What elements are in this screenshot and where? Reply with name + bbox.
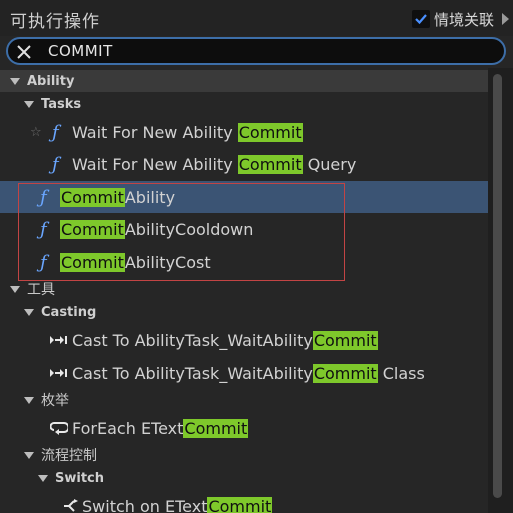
action-commit-ability-cooldown[interactable]: ƒ CommitAbilityCooldown: [0, 213, 488, 245]
action-commit-ability-cost[interactable]: ƒ CommitAbilityCost: [0, 246, 488, 278]
action-label: Wait For New Ability Commit: [72, 122, 303, 142]
action-wait-for-new-ability-commit-query[interactable]: ƒ Wait For New Ability Commit Query: [0, 148, 488, 180]
category-label: 工具: [27, 282, 55, 298]
category-casting[interactable]: Casting: [0, 301, 488, 323]
match-highlight: Commit: [312, 330, 378, 350]
category-label: 枚举: [41, 393, 69, 409]
match-highlight: Commit: [237, 122, 303, 142]
context-sensitive-toggle[interactable]: 情境关联: [411, 8, 509, 30]
category-label: Switch: [55, 470, 105, 486]
action-label: CommitAbility: [60, 187, 176, 207]
function-icon: ƒ: [40, 186, 47, 208]
expand-arrow-icon[interactable]: [10, 77, 20, 85]
category-label: Ability: [27, 73, 75, 89]
category-tasks[interactable]: Tasks: [0, 93, 488, 115]
match-highlight: Commit: [60, 219, 125, 239]
clear-search-icon[interactable]: [16, 44, 32, 60]
category-label: Casting: [41, 304, 97, 320]
expand-arrow-icon[interactable]: [24, 451, 34, 459]
category-flow-control[interactable]: 流程控制: [0, 444, 488, 466]
expand-arrow-icon[interactable]: [10, 285, 20, 293]
action-commit-ability[interactable]: ƒ CommitAbility: [0, 181, 488, 213]
function-icon: ƒ: [52, 153, 59, 175]
function-icon: ƒ: [40, 251, 47, 273]
action-switch-on-etext-commit[interactable]: Switch on ETextCommit: [0, 490, 488, 513]
match-highlight: Commit: [207, 496, 273, 513]
category-ability[interactable]: Ability: [0, 70, 488, 92]
category-tools[interactable]: 工具: [0, 278, 488, 300]
context-checkbox[interactable]: [411, 10, 430, 28]
search-input[interactable]: [48, 41, 488, 61]
cast-node-icon: [50, 369, 67, 377]
match-highlight: Commit: [183, 418, 249, 438]
checkmark-icon: [415, 14, 427, 25]
cast-node-icon: [50, 336, 67, 344]
action-label: Cast To AbilityTask_WaitAbilityCommit Cl…: [72, 363, 425, 383]
action-label: CommitAbilityCost: [60, 252, 211, 272]
action-label: Cast To AbilityTask_WaitAbilityCommit: [72, 330, 378, 350]
favorite-star-icon[interactable]: ☆: [30, 125, 44, 140]
context-label: 情境关联: [433, 10, 494, 29]
caret-right-icon[interactable]: [502, 13, 509, 25]
action-cast-to-wait-ability-commit[interactable]: Cast To AbilityTask_WaitAbilityCommit: [0, 324, 488, 356]
category-enum[interactable]: 枚举: [0, 389, 488, 411]
match-highlight: Commit: [60, 252, 125, 272]
vertical-scrollbar[interactable]: [488, 68, 513, 513]
panel-header: 可执行操作 情境关联: [0, 0, 513, 36]
action-panel: 可执行操作 情境关联 Ability Tasks ☆ ƒ: [0, 0, 513, 513]
category-label: 流程控制: [41, 448, 97, 464]
action-label: ForEach ETextCommit: [72, 418, 249, 438]
match-highlight: Commit: [237, 154, 303, 174]
action-cast-to-wait-ability-commit-class[interactable]: Cast To AbilityTask_WaitAbilityCommit Cl…: [0, 357, 488, 389]
expand-arrow-icon[interactable]: [24, 100, 34, 108]
action-wait-for-new-ability-commit[interactable]: ☆ ƒ Wait For New Ability Commit: [0, 116, 488, 148]
loop-icon: [50, 422, 68, 435]
switch-node-icon: [64, 499, 78, 512]
match-highlight: Commit: [312, 363, 378, 383]
scrollbar-thumb[interactable]: [493, 74, 502, 498]
action-tree: Ability Tasks ☆ ƒ Wait For New Ability C…: [0, 70, 488, 513]
match-highlight: Commit: [60, 187, 125, 207]
expand-arrow-icon[interactable]: [24, 396, 34, 404]
category-label: Tasks: [41, 96, 82, 112]
panel-title: 可执行操作: [10, 12, 100, 32]
expand-arrow-icon[interactable]: [24, 308, 34, 316]
expand-arrow-icon[interactable]: [38, 474, 48, 482]
action-label: Switch on ETextCommit: [82, 496, 273, 513]
category-switch[interactable]: Switch: [0, 467, 488, 489]
function-icon: ƒ: [40, 218, 47, 240]
action-foreach-etext-commit[interactable]: ForEach ETextCommit: [0, 412, 488, 444]
function-icon: ƒ: [52, 121, 59, 143]
action-label: CommitAbilityCooldown: [60, 219, 254, 239]
search-box: [6, 37, 506, 65]
action-label: Wait For New Ability Commit Query: [72, 154, 357, 174]
